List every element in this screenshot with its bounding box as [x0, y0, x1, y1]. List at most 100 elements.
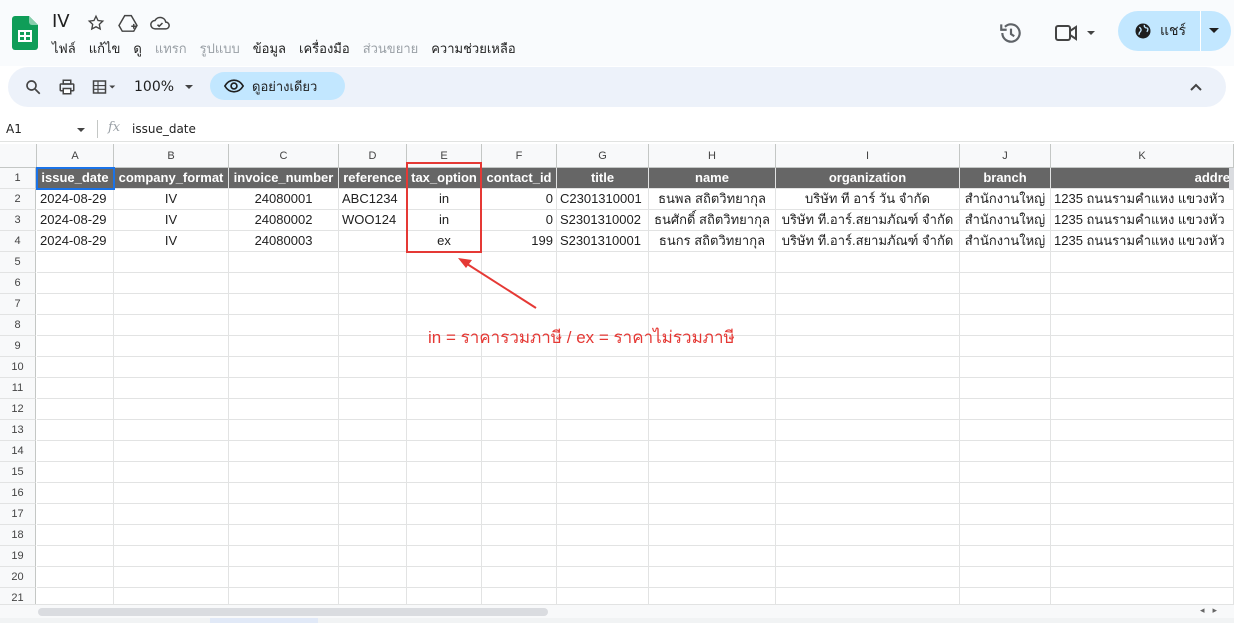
table-cell[interactable]: บริษัท ที อาร์ วัน จำกัด — [776, 189, 960, 210]
empty-cell[interactable] — [229, 336, 339, 357]
column-header-b[interactable]: B — [114, 144, 229, 168]
star-icon[interactable] — [86, 13, 106, 33]
row-header-5[interactable]: 5 — [0, 252, 36, 273]
search-menus-button[interactable] — [24, 75, 42, 99]
row-header-3[interactable]: 3 — [0, 210, 36, 231]
empty-cell[interactable] — [407, 357, 482, 378]
row-header-18[interactable]: 18 — [0, 525, 36, 546]
scroll-arrows[interactable]: ◂ ▸ — [1200, 606, 1217, 616]
empty-cell[interactable] — [557, 378, 649, 399]
empty-cell[interactable] — [114, 504, 229, 525]
table-cell[interactable]: สำนักงานใหญ่ — [960, 189, 1051, 210]
table-cell[interactable]: S2301310001 — [557, 231, 649, 252]
empty-cell[interactable] — [482, 441, 557, 462]
empty-cell[interactable] — [339, 546, 407, 567]
menu-data[interactable]: ข้อมูล — [253, 38, 286, 59]
empty-cell[interactable] — [776, 441, 960, 462]
empty-cell[interactable] — [1051, 357, 1234, 378]
empty-cell[interactable] — [339, 315, 407, 336]
empty-cell[interactable] — [960, 504, 1051, 525]
row-header-1[interactable]: 1 — [0, 168, 36, 189]
empty-cell[interactable] — [1051, 273, 1234, 294]
empty-cell[interactable] — [37, 273, 114, 294]
empty-cell[interactable] — [339, 336, 407, 357]
menu-edit[interactable]: แก้ไข — [89, 38, 121, 59]
empty-cell[interactable] — [557, 273, 649, 294]
empty-cell[interactable] — [407, 441, 482, 462]
empty-cell[interactable] — [1051, 420, 1234, 441]
empty-cell[interactable] — [114, 252, 229, 273]
name-box-dropdown-icon[interactable] — [76, 126, 86, 134]
table-cell[interactable]: IV — [114, 231, 229, 252]
empty-cell[interactable] — [649, 252, 776, 273]
table-cell[interactable]: ธนกร สถิตวิทยากุล — [649, 231, 776, 252]
table-cell[interactable]: 1235 ถนนรามคำแหง แขวงหัว — [1051, 189, 1234, 210]
empty-cell[interactable] — [1051, 399, 1234, 420]
empty-cell[interactable] — [776, 357, 960, 378]
empty-cell[interactable] — [114, 315, 229, 336]
empty-cell[interactable] — [339, 252, 407, 273]
empty-cell[interactable] — [960, 462, 1051, 483]
empty-cell[interactable] — [37, 315, 114, 336]
empty-cell[interactable] — [776, 567, 960, 588]
empty-cell[interactable] — [37, 399, 114, 420]
empty-cell[interactable] — [339, 504, 407, 525]
sheets-logo-icon[interactable] — [12, 16, 38, 50]
empty-cell[interactable] — [37, 546, 114, 567]
empty-cell[interactable] — [114, 357, 229, 378]
scroll-right-icon[interactable]: ▸ — [1213, 606, 1218, 616]
print-button[interactable] — [58, 75, 76, 99]
horizontal-scroll-thumb[interactable] — [38, 608, 548, 616]
menu-file[interactable]: ไฟล์ — [52, 38, 76, 59]
empty-cell[interactable] — [37, 567, 114, 588]
empty-cell[interactable] — [229, 252, 339, 273]
empty-cell[interactable] — [229, 273, 339, 294]
header-cell-g[interactable]: title — [557, 168, 649, 189]
empty-cell[interactable] — [482, 420, 557, 441]
column-header-h[interactable]: H — [649, 144, 776, 168]
empty-cell[interactable] — [1051, 483, 1234, 504]
header-cell-d[interactable]: reference — [339, 168, 407, 189]
empty-cell[interactable] — [649, 483, 776, 504]
table-cell[interactable]: สำนักงานใหญ่ — [960, 210, 1051, 231]
share-button[interactable]: แชร์ — [1118, 11, 1231, 51]
empty-cell[interactable] — [37, 525, 114, 546]
empty-cell[interactable] — [649, 399, 776, 420]
empty-cell[interactable] — [776, 399, 960, 420]
table-cell[interactable]: บริษัท ที.อาร์.สยามภัณฑ์ จำกัด — [776, 210, 960, 231]
empty-cell[interactable] — [339, 378, 407, 399]
empty-cell[interactable] — [229, 294, 339, 315]
empty-cell[interactable] — [339, 483, 407, 504]
empty-cell[interactable] — [1051, 504, 1234, 525]
empty-cell[interactable] — [557, 441, 649, 462]
header-cell-j[interactable]: branch — [960, 168, 1051, 189]
table-cell[interactable]: 2024-08-29 — [37, 210, 114, 231]
empty-cell[interactable] — [482, 357, 557, 378]
row-header-12[interactable]: 12 — [0, 399, 36, 420]
empty-cell[interactable] — [1051, 462, 1234, 483]
empty-cell[interactable] — [229, 504, 339, 525]
empty-cell[interactable] — [229, 315, 339, 336]
empty-cell[interactable] — [229, 567, 339, 588]
empty-cell[interactable] — [557, 462, 649, 483]
empty-cell[interactable] — [776, 273, 960, 294]
sheet-tab-active[interactable] — [210, 618, 318, 623]
empty-cell[interactable] — [229, 483, 339, 504]
empty-cell[interactable] — [339, 567, 407, 588]
select-mode-button[interactable] — [88, 75, 120, 99]
empty-cell[interactable] — [407, 567, 482, 588]
empty-cell[interactable] — [649, 273, 776, 294]
empty-cell[interactable] — [960, 252, 1051, 273]
empty-cell[interactable] — [776, 294, 960, 315]
empty-cell[interactable] — [776, 378, 960, 399]
row-header-19[interactable]: 19 — [0, 546, 36, 567]
header-cell-k[interactable]: addre — [1051, 168, 1234, 189]
table-cell[interactable]: 24080003 — [229, 231, 339, 252]
table-cell[interactable]: สำนักงานใหญ่ — [960, 231, 1051, 252]
row-header-13[interactable]: 13 — [0, 420, 36, 441]
empty-cell[interactable] — [776, 420, 960, 441]
chevron-up-icon[interactable] — [1188, 79, 1204, 95]
row-header-16[interactable]: 16 — [0, 483, 36, 504]
empty-cell[interactable] — [37, 378, 114, 399]
empty-cell[interactable] — [114, 546, 229, 567]
